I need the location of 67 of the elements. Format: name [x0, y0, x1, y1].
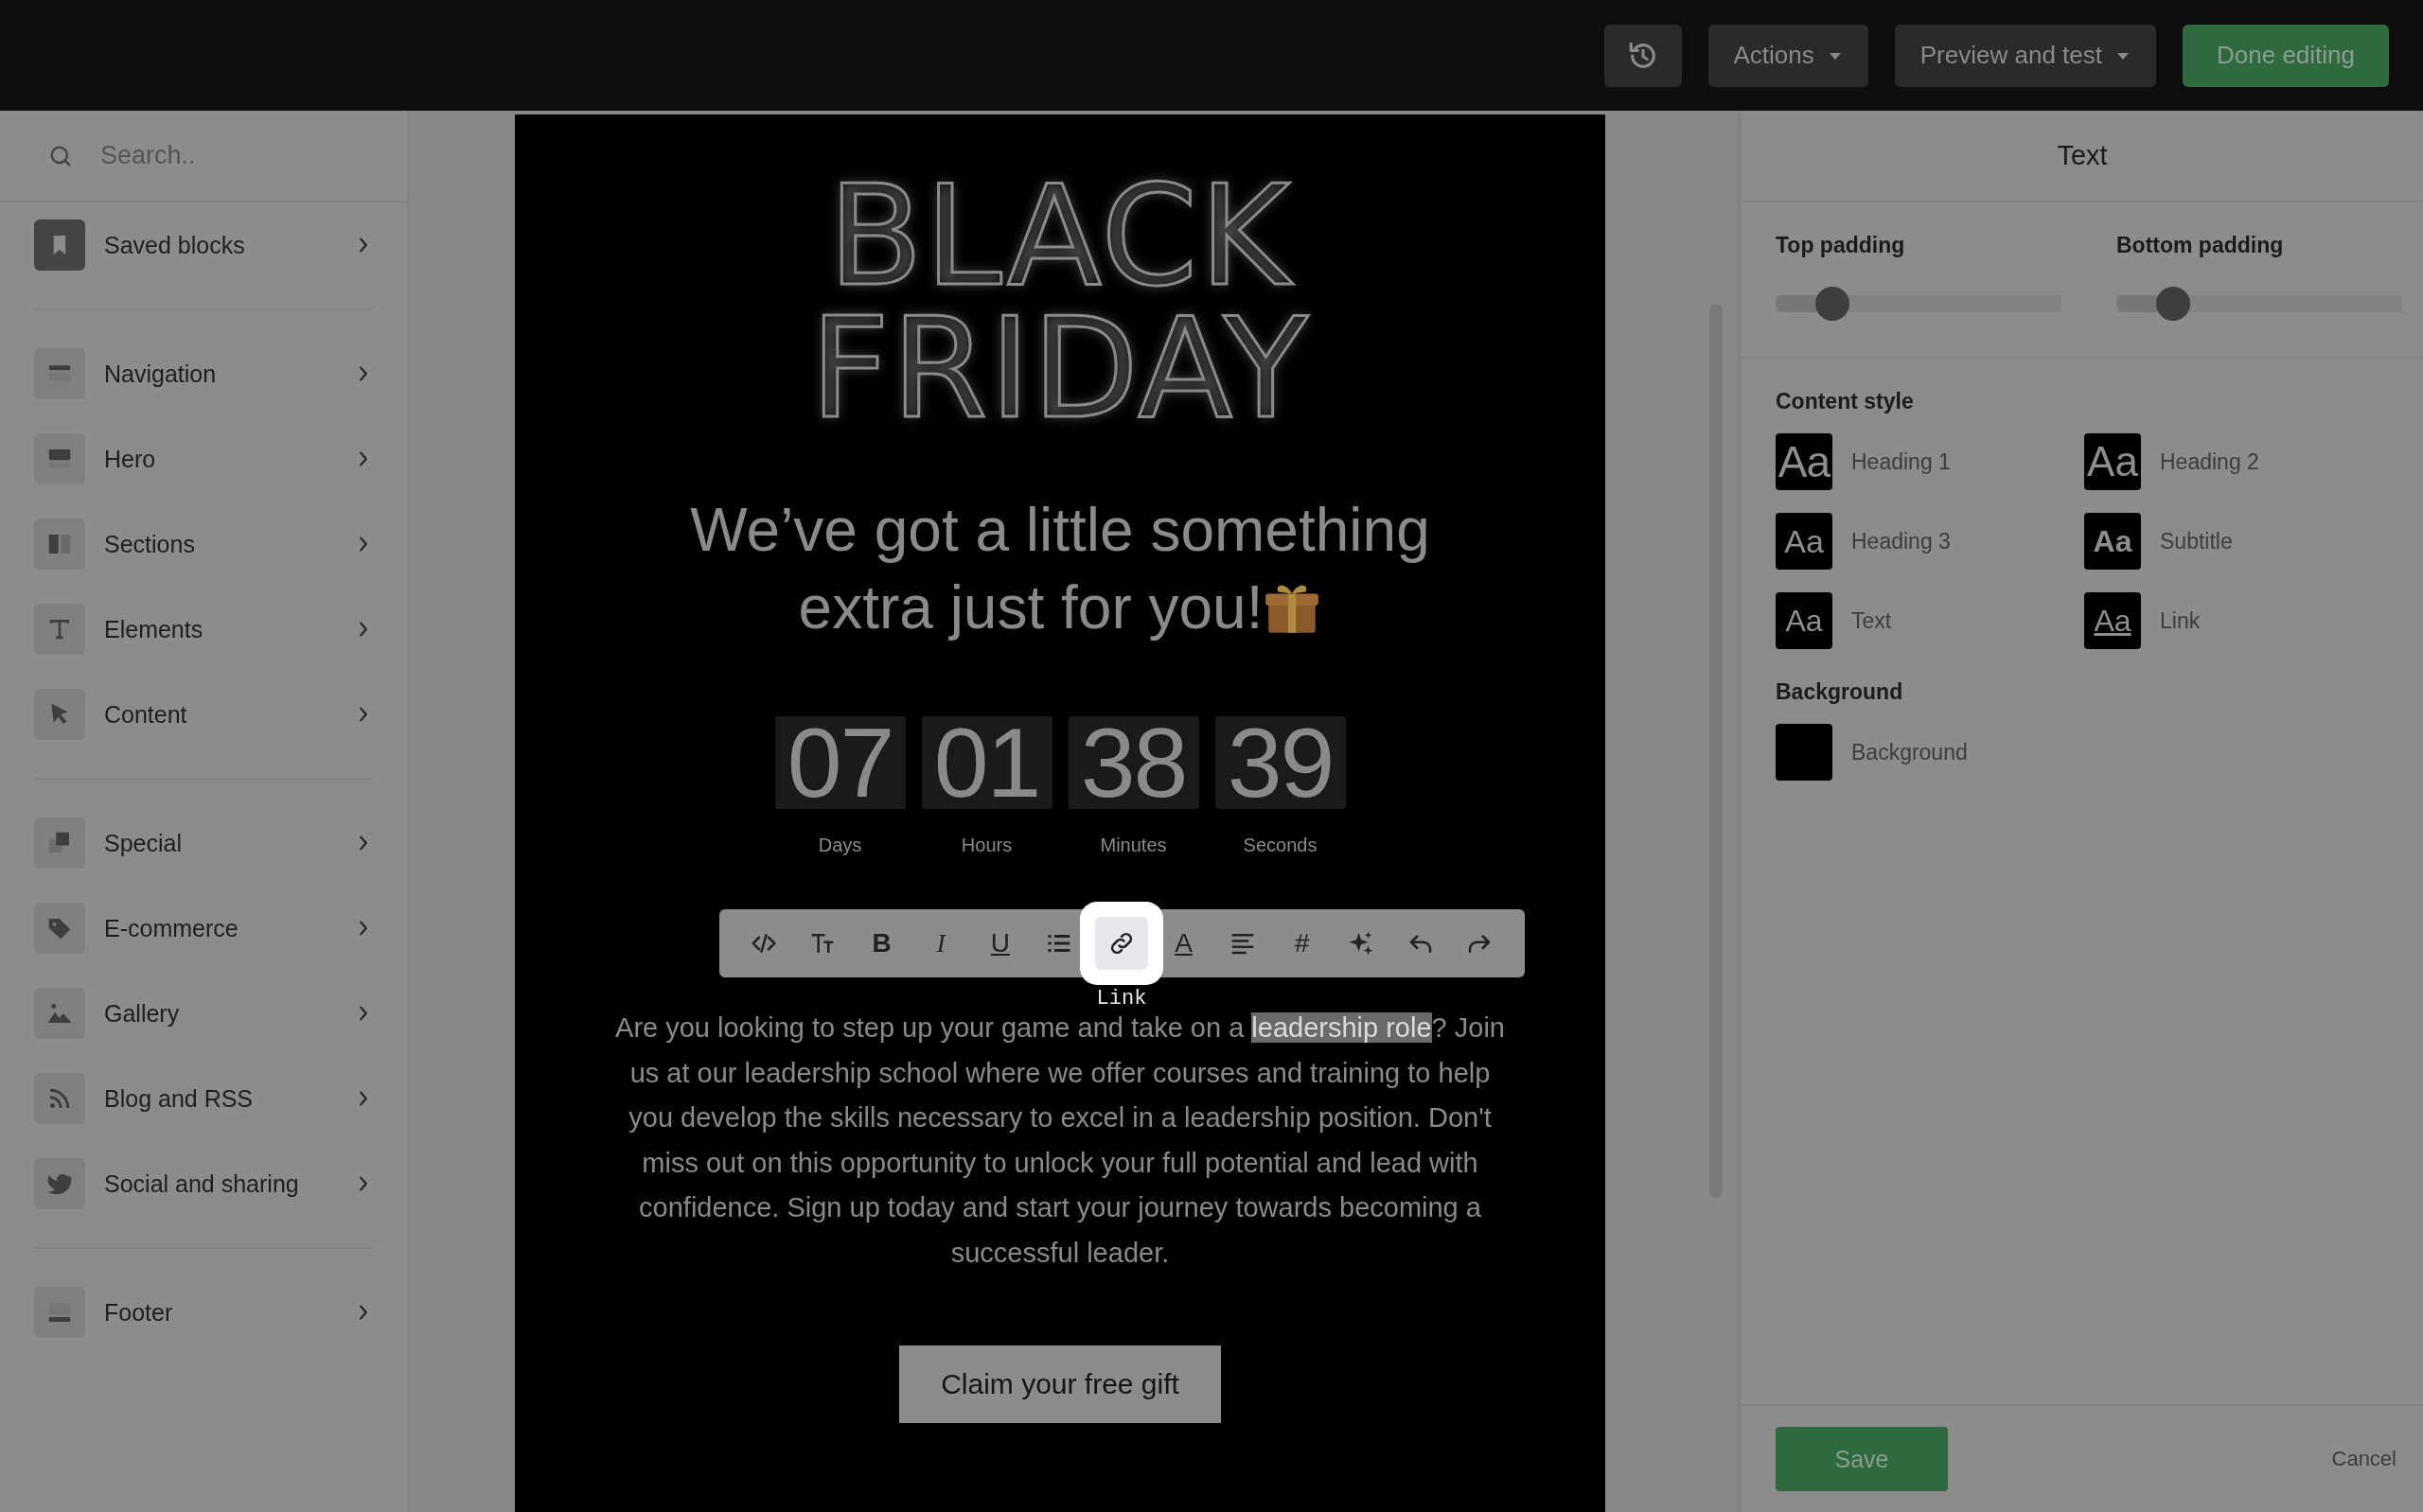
style-option[interactable]: Aa Heading 1 [1776, 433, 2084, 490]
style-preview: Aa [1776, 592, 1832, 649]
headline-text: We’ve got a little something extra just for you! [690, 495, 1430, 643]
title-text: BLACK FRIDAY [809, 169, 1311, 434]
style-option[interactable]: Aa Text [1776, 592, 2084, 649]
style-option[interactable]: Aa Link [2084, 592, 2389, 649]
sidebar-item[interactable]: Elements [0, 587, 407, 672]
sparkle-icon [1347, 929, 1376, 958]
slider-thumb[interactable] [1815, 287, 1850, 321]
sidebar-item[interactable]: Navigation [0, 331, 407, 416]
rss-icon [34, 1073, 85, 1124]
section-heading: Content style [1776, 389, 1915, 414]
toolbar-button[interactable]: B [858, 920, 906, 967]
background-option[interactable]: Background [1776, 724, 2389, 781]
countdown-label: Hours [961, 835, 1013, 856]
toolbar-button[interactable]: I [917, 920, 965, 967]
countdown-label: Days [818, 835, 862, 856]
bookmark-icon [34, 220, 85, 271]
tooltip-text: Link [1096, 987, 1147, 1011]
cursor-icon [34, 689, 85, 740]
style-preview: Aa [2084, 513, 2141, 570]
sidebar-item[interactable]: Special [0, 800, 407, 886]
tag-icon [34, 903, 85, 954]
cancel-button[interactable]: Cancel [2326, 1446, 2402, 1472]
style-option[interactable]: Aa Heading 2 [2084, 433, 2389, 490]
style-option[interactable]: Aa Heading 3 [1776, 513, 2084, 570]
slider-label: Top padding [1776, 233, 1906, 258]
text-icon [34, 604, 85, 655]
toolbar-button[interactable]: A [1159, 920, 1208, 967]
layers-icon [34, 818, 85, 869]
toolbar-button[interactable]: U [976, 920, 1024, 967]
countdown-digits: 38 [1068, 716, 1199, 809]
sidebar-item[interactable]: Content [0, 672, 407, 757]
hero-icon [34, 433, 85, 484]
countdown-label: Minutes [1100, 835, 1167, 856]
sidebar-item[interactable]: Saved blocks [0, 202, 407, 288]
dropdown-button[interactable]: Actions [1707, 24, 1868, 87]
history-button[interactable] [1603, 24, 1682, 87]
style-option[interactable]: Aa Subtitle [2084, 513, 2389, 570]
section-heading: Background [1776, 679, 1904, 705]
body-paragraph: Are you looking to step up your game and take on a leadership role? Join us at our leadership school where we offer courses and training to help you develop the skills necessary to excel in a leadership position. Don't miss out on this opportunity to unlock your full potential and lead with confidence. Sign up today and start your journey towards becoming a successful leader. [614, 1011, 1506, 1270]
sidebar-item[interactable]: Social and sharing [0, 1141, 407, 1226]
cta-button[interactable]: Claim your free gift [899, 1345, 1221, 1423]
panel-title: Text [2057, 140, 2108, 171]
navigation-icon [34, 348, 85, 399]
sidebar-item[interactable]: Gallery [0, 971, 407, 1056]
footer-icon [34, 1287, 85, 1338]
slider-label: Bottom padding [2116, 233, 2285, 258]
style-preview: Aa [2084, 592, 2141, 649]
columns-icon [34, 519, 85, 570]
image-icon [34, 988, 85, 1039]
sidebar-item[interactable]: Footer [0, 1270, 407, 1355]
style-preview: Aa [1776, 433, 1832, 490]
dropdown-button[interactable]: Preview and test [1894, 24, 2156, 87]
bird-icon [34, 1158, 85, 1209]
countdown-label: Seconds [1243, 835, 1318, 856]
sidebar-item[interactable]: E-commerce [0, 886, 407, 971]
slider-thumb[interactable] [2156, 287, 2191, 321]
countdown-digits: 39 [1214, 716, 1346, 809]
sidebar-item[interactable]: Blog and RSS [0, 1056, 407, 1141]
style-preview: Aa [2084, 433, 2141, 490]
style-preview: Aa [1776, 513, 1832, 570]
toolbar-button[interactable]: # [1278, 920, 1326, 967]
countdown-digits: 07 [774, 716, 906, 809]
sidebar-item[interactable]: Hero [0, 416, 407, 501]
sidebar-item[interactable]: Sections [0, 501, 407, 587]
countdown-digits: 01 [921, 716, 1052, 809]
